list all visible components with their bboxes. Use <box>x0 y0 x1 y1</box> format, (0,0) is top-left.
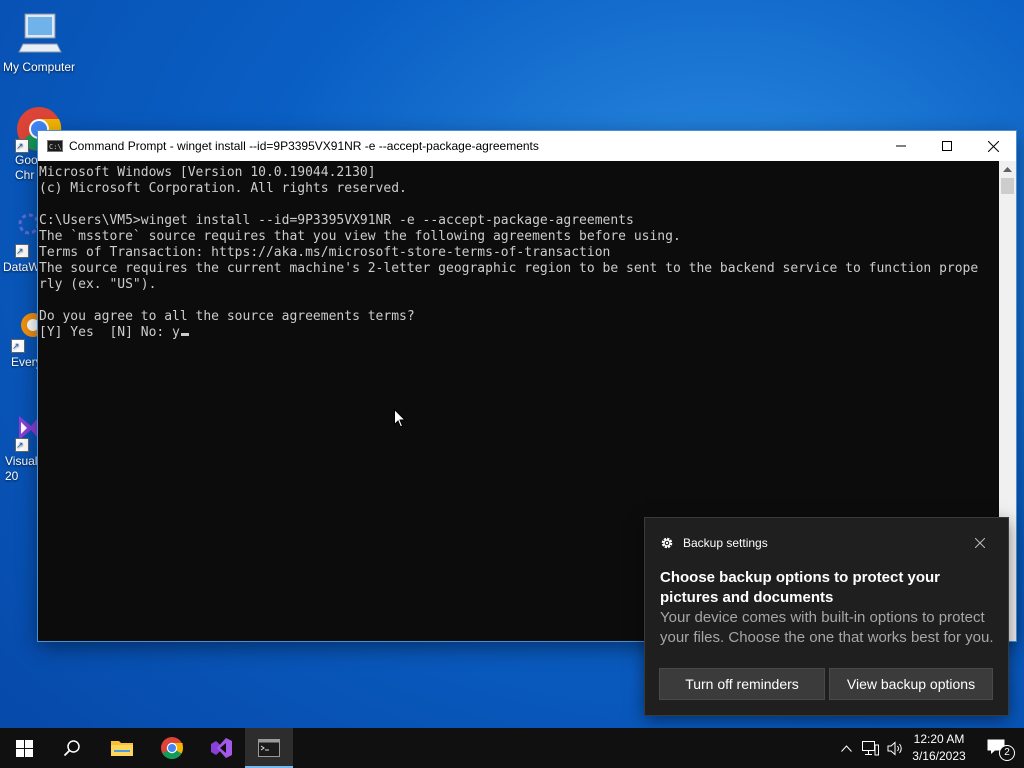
window-titlebar[interactable]: C:\ Command Prompt - winget install --id… <box>38 131 1016 161</box>
speaker-icon <box>887 740 902 756</box>
computer-icon <box>15 10 63 58</box>
desktop-icon-my-computer[interactable]: My Computer <box>1 10 77 74</box>
chevron-up-icon <box>840 744 852 752</box>
shortcut-arrow-icon: ↗ <box>15 244 29 258</box>
gear-icon <box>661 537 673 549</box>
taskbar-chrome[interactable] <box>148 728 196 768</box>
toast-app-name: Backup settings <box>683 536 768 550</box>
desktop-icon-label: Every <box>11 355 42 369</box>
taskbar-clock[interactable]: 12:20 AM 3/16/2023 <box>904 728 974 768</box>
show-hidden-icons-button[interactable] <box>836 728 856 768</box>
cmd-icon <box>258 739 280 757</box>
desktop-icon-label: DataW <box>3 260 40 274</box>
clock-date: 3/16/2023 <box>912 749 966 763</box>
taskbar: 12:20 AM 3/16/2023 2 <box>0 728 1024 768</box>
taskbar-command-prompt[interactable] <box>245 728 293 768</box>
mouse-pointer-icon <box>394 409 406 428</box>
scrollbar-thumb[interactable] <box>1001 178 1014 194</box>
desktop-icon-label: My Computer <box>2 60 76 74</box>
chevron-up-icon <box>1003 167 1012 172</box>
search-button[interactable] <box>48 728 96 768</box>
action-center-button[interactable]: 2 <box>978 728 1018 768</box>
everything-icon: ↗ <box>11 305 45 353</box>
text-cursor <box>180 333 189 336</box>
desktop-icon-dataw[interactable]: ↗ DataW <box>1 210 43 274</box>
minimize-icon <box>896 145 906 147</box>
search-icon <box>63 740 80 757</box>
console-line: (c) Microsoft Corporation. All rights re… <box>39 181 407 196</box>
close-icon <box>987 140 999 152</box>
volume-button[interactable] <box>884 728 906 768</box>
close-button[interactable] <box>970 131 1016 161</box>
desktop-icon-label: Visual 20 <box>5 454 38 483</box>
taskbar-visual-studio[interactable] <box>197 728 245 768</box>
network-button[interactable] <box>858 728 882 768</box>
start-button[interactable] <box>0 728 48 768</box>
visual-studio-icon <box>211 738 232 758</box>
console-line: Terms of Transaction: https://aka.ms/mic… <box>39 245 611 260</box>
cmd-app-icon: C:\ <box>47 140 63 152</box>
shortcut-arrow-icon: ↗ <box>15 139 29 153</box>
view-backup-options-button[interactable]: View backup options <box>829 668 993 700</box>
turn-off-reminders-button[interactable]: Turn off reminders <box>659 668 825 700</box>
network-icon <box>861 740 879 755</box>
window-title: Command Prompt - winget install --id=9P3… <box>69 139 539 153</box>
toast-close-button[interactable] <box>972 535 988 551</box>
toast-body: Your device comes with built-in options … <box>660 609 994 646</box>
console-prompt-line[interactable]: [Y] Yes [N] No: y <box>39 325 999 341</box>
notification-icon: 2 <box>987 738 1015 761</box>
desktop-icon-visual-studio[interactable]: ↗ Visual 20 <box>1 408 43 484</box>
console-line: rly (ex. "US"). <box>39 277 157 292</box>
console-line: C:\Users\VM5>winget install --id=9P3395V… <box>39 213 634 228</box>
shortcut-arrow-icon: ↗ <box>15 438 29 452</box>
toast-title: Choose backup options to protect your pi… <box>660 569 941 606</box>
notification-count-badge: 2 <box>999 745 1015 761</box>
folder-icon <box>111 741 133 756</box>
maximize-icon <box>942 141 952 151</box>
console-line: Microsoft Windows [Version 10.0.19044.21… <box>39 165 376 180</box>
maximize-button[interactable] <box>924 131 970 161</box>
windows-logo-icon <box>15 739 33 757</box>
scroll-up-button[interactable] <box>999 161 1016 178</box>
console-line: The source requires the current machine'… <box>39 261 979 276</box>
close-icon <box>974 537 986 549</box>
clock-time: 12:20 AM <box>913 732 965 746</box>
minimize-button[interactable] <box>878 131 924 161</box>
console-line: Do you agree to all the source agreement… <box>39 309 415 324</box>
chrome-icon <box>161 737 183 759</box>
backup-toast-notification[interactable]: Backup settings Choose backup options to… <box>645 518 1008 715</box>
console-line: The `msstore` source requires that you v… <box>39 229 681 244</box>
taskbar-file-explorer[interactable] <box>98 728 146 768</box>
desktop-icon-everything[interactable]: ↗ Every <box>1 305 45 369</box>
shortcut-arrow-icon: ↗ <box>11 339 25 353</box>
toast-header: Backup settings <box>660 536 768 550</box>
console-prompt-text: [Y] Yes [N] No: y <box>39 325 180 340</box>
